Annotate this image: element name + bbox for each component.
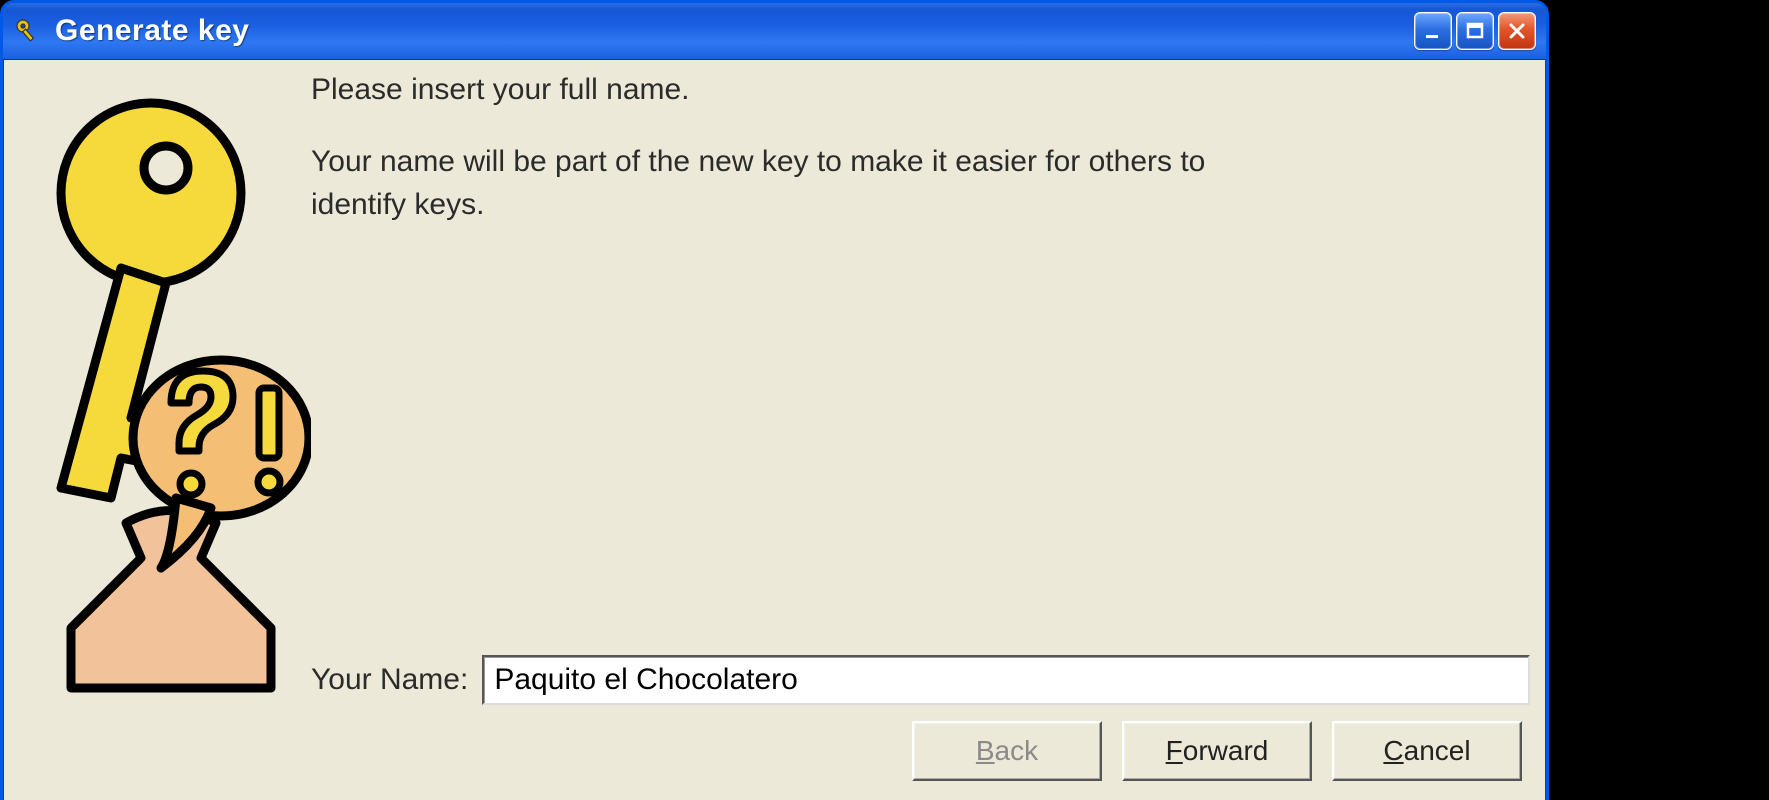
- cancel-button[interactable]: Cancel: [1332, 721, 1522, 781]
- wizard-buttons: Back Forward Cancel: [912, 721, 1522, 781]
- wizard-content: Please insert your full name. Your name …: [311, 68, 1530, 795]
- titlebar[interactable]: Generate key: [3, 3, 1546, 60]
- minimize-icon: [1423, 21, 1443, 41]
- maximize-button[interactable]: [1456, 12, 1494, 50]
- maximize-icon: [1465, 21, 1485, 41]
- key-question-icon: [11, 68, 311, 708]
- instruction-line-2: Your name will be part of the new key to…: [311, 140, 1271, 227]
- close-icon: [1507, 21, 1527, 41]
- name-input[interactable]: [482, 655, 1530, 705]
- name-field-label: Your Name:: [311, 663, 468, 697]
- forward-button[interactable]: Forward: [1122, 721, 1312, 781]
- minimize-button[interactable]: [1414, 12, 1452, 50]
- caption-buttons: [1414, 12, 1536, 50]
- client-area: Please insert your full name. Your name …: [3, 60, 1546, 800]
- name-field-row: Your Name:: [311, 655, 1530, 705]
- wizard-graphic: [11, 68, 311, 795]
- instruction-line-1: Please insert your full name.: [311, 68, 1271, 112]
- close-button[interactable]: [1498, 12, 1536, 50]
- generate-key-window: Generate key: [0, 0, 1549, 800]
- back-button: Back: [912, 721, 1102, 781]
- window-title: Generate key: [55, 14, 1402, 48]
- app-key-icon: [13, 16, 43, 46]
